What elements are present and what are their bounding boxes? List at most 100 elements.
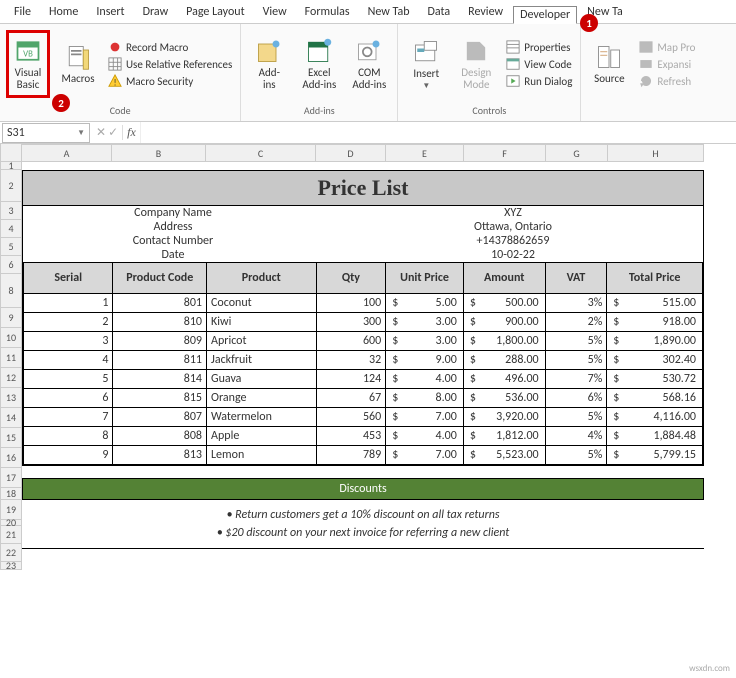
row-header-13[interactable]: 13 <box>0 388 22 408</box>
cell-code[interactable]: 814 <box>113 370 207 389</box>
cell-unit-price[interactable]: $9.00 <box>386 351 464 370</box>
macro-security-button[interactable]: ! Macro Security <box>106 73 234 89</box>
cell-amount[interactable]: $5,523.00 <box>463 446 545 465</box>
cell-total[interactable]: $918.00 <box>607 313 703 332</box>
cell-code[interactable]: 807 <box>113 408 207 427</box>
cell-qty[interactable]: 789 <box>316 446 386 465</box>
table-row[interactable]: 8808Apple453$4.00$1,812.004%$1,884.48 <box>24 427 703 446</box>
cell-unit-price[interactable]: $5.00 <box>386 294 464 313</box>
cell-vat[interactable]: 4% <box>545 427 607 446</box>
cell-vat[interactable]: 5% <box>545 446 607 465</box>
tab-formulas[interactable]: Formulas <box>297 1 358 23</box>
view-code-button[interactable]: View Code <box>504 56 574 72</box>
cell-code[interactable]: 808 <box>113 427 207 446</box>
row-header-15[interactable]: 15 <box>0 428 22 448</box>
enter-formula-icon[interactable]: ✓ <box>108 125 118 140</box>
cell-total[interactable]: $568.16 <box>607 389 703 408</box>
row-header-17[interactable]: 17 <box>0 468 22 488</box>
cell-code[interactable]: 813 <box>113 446 207 465</box>
row-header-10[interactable]: 10 <box>0 328 22 348</box>
cell-total[interactable]: $5,799.15 <box>607 446 703 465</box>
properties-button[interactable]: Properties <box>504 39 574 55</box>
cell-unit-price[interactable]: $4.00 <box>386 370 464 389</box>
cell-serial[interactable]: 7 <box>24 408 113 427</box>
cell-vat[interactable]: 7% <box>545 370 607 389</box>
table-row[interactable]: 1801Coconut100$5.00$500.003%$515.00 <box>24 294 703 313</box>
row-header-18[interactable]: 18 <box>0 488 22 500</box>
cell-amount[interactable]: $1,812.00 <box>463 427 545 446</box>
column-header-H[interactable]: H <box>608 144 704 162</box>
table-row[interactable]: 5814Guava124$4.00$496.007%$530.72 <box>24 370 703 389</box>
cell-unit-price[interactable]: $3.00 <box>386 332 464 351</box>
insert-control-button[interactable]: Insert ▼ <box>404 34 448 95</box>
tab-page-layout[interactable]: Page Layout <box>178 1 252 23</box>
cell-product[interactable]: Apricot <box>207 332 317 351</box>
cell-amount[interactable]: $1,800.00 <box>463 332 545 351</box>
cell-qty[interactable]: 453 <box>316 427 386 446</box>
row-header-12[interactable]: 12 <box>0 368 22 388</box>
cell-total[interactable]: $1,890.00 <box>607 332 703 351</box>
cell-serial[interactable]: 6 <box>24 389 113 408</box>
cell-total[interactable]: $515.00 <box>607 294 703 313</box>
cell-total[interactable]: $302.40 <box>607 351 703 370</box>
table-row[interactable]: 9813Lemon789$7.00$5,523.005%$5,799.15 <box>24 446 703 465</box>
visual-basic-button[interactable]: VB Visual Basic <box>6 30 50 98</box>
cell-amount[interactable]: $536.00 <box>463 389 545 408</box>
cell-code[interactable]: 815 <box>113 389 207 408</box>
cell-product[interactable]: Guava <box>207 370 317 389</box>
row-header-21[interactable]: 21 <box>0 526 22 544</box>
cell-product[interactable]: Kiwi <box>207 313 317 332</box>
cell-product[interactable]: Coconut <box>207 294 317 313</box>
cell-qty[interactable]: 32 <box>316 351 386 370</box>
cell-vat[interactable]: 2% <box>545 313 607 332</box>
row-header-11[interactable]: 11 <box>0 348 22 368</box>
name-box[interactable]: S31 ▼ <box>2 123 90 143</box>
row-header-5[interactable]: 5 <box>0 238 22 256</box>
cell-serial[interactable]: 4 <box>24 351 113 370</box>
formula-input[interactable] <box>140 122 736 143</box>
addins-button[interactable]: Add- ins <box>247 33 291 95</box>
cell-code[interactable]: 811 <box>113 351 207 370</box>
fx-button[interactable]: fx <box>122 125 140 140</box>
refresh-data-button[interactable]: Refresh <box>637 73 697 89</box>
cell-unit-price[interactable]: $7.00 <box>386 408 464 427</box>
use-relative-references-button[interactable]: Use Relative References <box>106 56 234 72</box>
cell-total[interactable]: $1,884.48 <box>607 427 703 446</box>
cell-unit-price[interactable]: $4.00 <box>386 427 464 446</box>
row-header-8[interactable]: 8 <box>0 274 22 308</box>
column-header-D[interactable]: D <box>316 144 386 162</box>
source-button[interactable]: Source <box>587 39 631 89</box>
table-row[interactable]: 3809Apricot600$3.00$1,800.005%$1,890.00 <box>24 332 703 351</box>
cell-serial[interactable]: 1 <box>24 294 113 313</box>
cell-serial[interactable]: 8 <box>24 427 113 446</box>
cell-serial[interactable]: 9 <box>24 446 113 465</box>
cell-unit-price[interactable]: $8.00 <box>386 389 464 408</box>
cell-qty[interactable]: 600 <box>316 332 386 351</box>
row-header-3[interactable]: 3 <box>0 202 22 220</box>
row-header-6[interactable]: 6 <box>0 256 22 274</box>
cell-unit-price[interactable]: $7.00 <box>386 446 464 465</box>
map-properties-button[interactable]: Map Pro <box>637 39 697 55</box>
com-addins-button[interactable]: COM Add-ins <box>347 33 391 95</box>
cell-total[interactable]: $4,116.00 <box>607 408 703 427</box>
table-row[interactable]: 4811Jackfruit32$9.00$288.005%$302.40 <box>24 351 703 370</box>
cell-product[interactable]: Apple <box>207 427 317 446</box>
cell-code[interactable]: 810 <box>113 313 207 332</box>
tab-review[interactable]: Review <box>460 1 511 23</box>
macros-button[interactable]: Macros <box>56 39 100 89</box>
cell-product[interactable]: Lemon <box>207 446 317 465</box>
cell-total[interactable]: $530.72 <box>607 370 703 389</box>
cell-product[interactable]: Jackfruit <box>207 351 317 370</box>
column-header-B[interactable]: B <box>112 144 206 162</box>
tab-developer[interactable]: Developer <box>513 6 577 24</box>
row-header-16[interactable]: 16 <box>0 448 22 468</box>
column-header-C[interactable]: C <box>206 144 316 162</box>
design-mode-button[interactable]: Design Mode <box>454 33 498 95</box>
cell-amount[interactable]: $496.00 <box>463 370 545 389</box>
row-header-2[interactable]: 2 <box>0 170 22 202</box>
excel-addins-button[interactable]: Excel Add-ins <box>297 33 341 95</box>
tab-new-tab[interactable]: New Tab <box>360 1 418 23</box>
cell-serial[interactable]: 2 <box>24 313 113 332</box>
cell-code[interactable]: 801 <box>113 294 207 313</box>
cell-qty[interactable]: 100 <box>316 294 386 313</box>
